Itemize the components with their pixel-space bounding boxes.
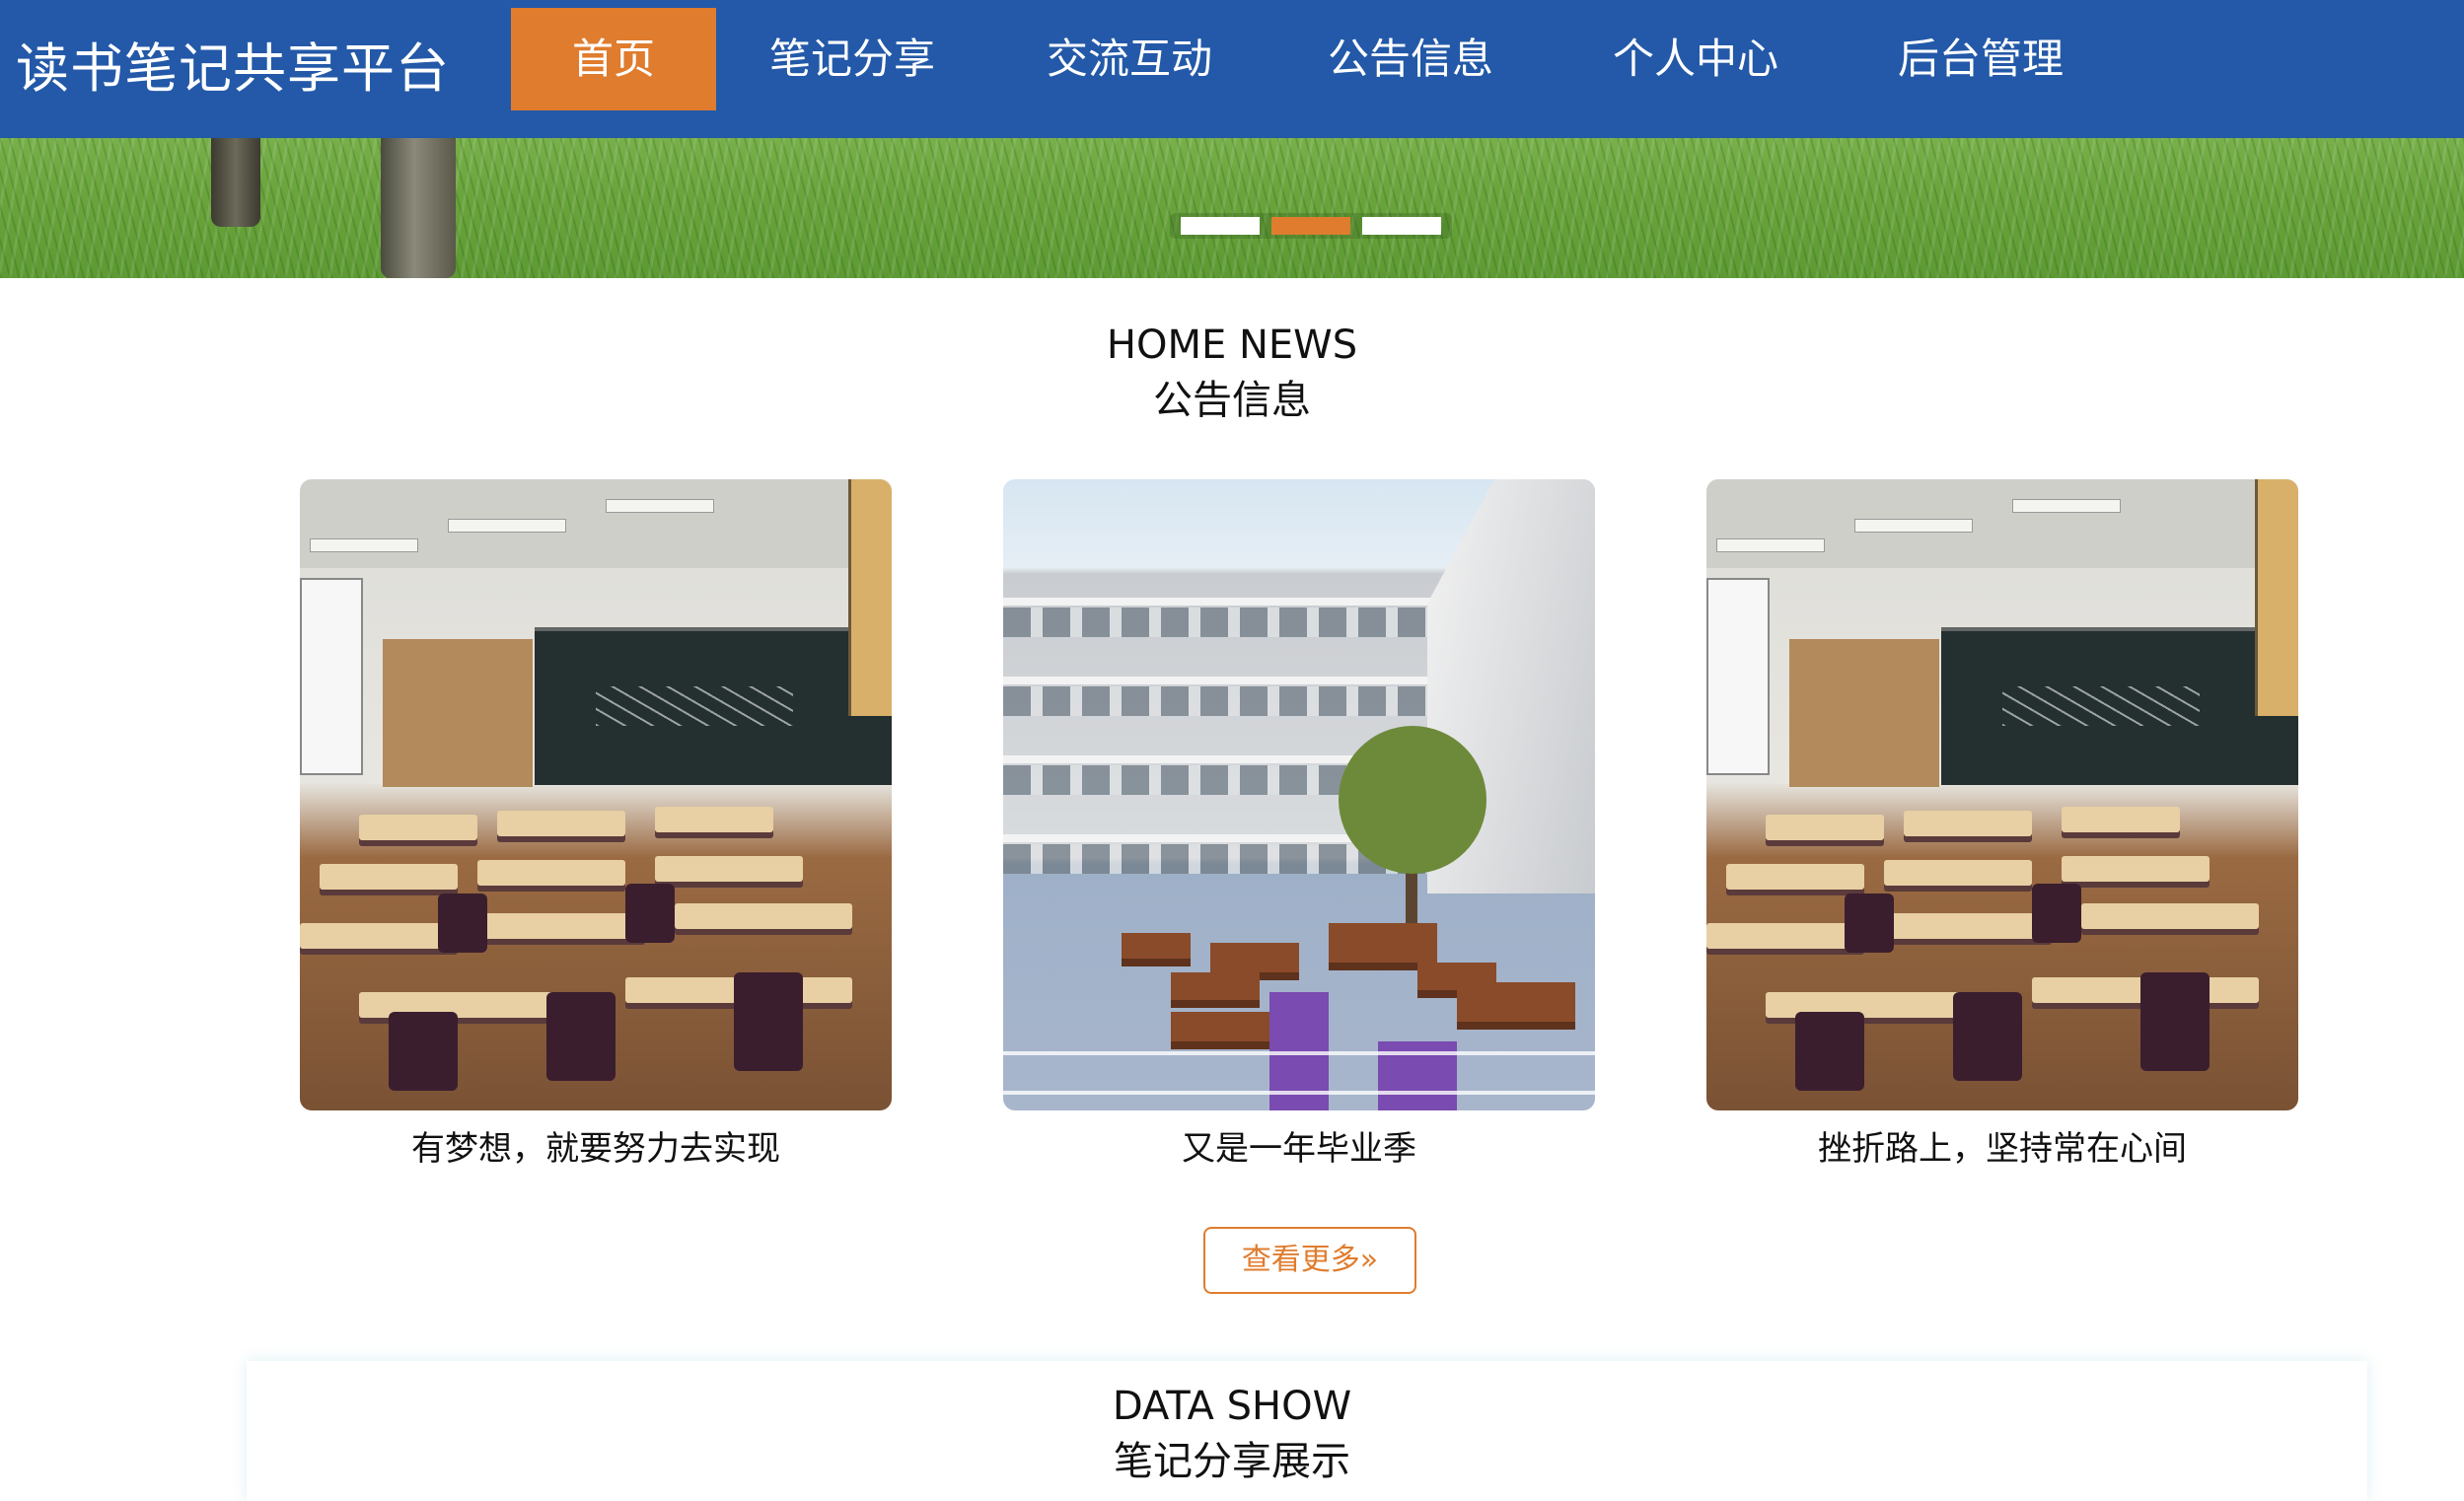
top-nav-bar: 读书笔记共享平台 首页 笔记分享 交流互动 公告信息 个人中心 后台管理: [0, 0, 2464, 138]
tree-trunk-graphic: [381, 138, 456, 278]
nav-item-announcements[interactable]: 公告信息: [1270, 8, 1551, 110]
news-section-heading: HOME NEWS 公告信息: [0, 318, 2464, 428]
news-card-title[interactable]: 挫折路上，坚持常在心间: [1706, 1124, 2298, 1174]
news-heading-cn: 公告信息: [1153, 378, 1311, 423]
carousel-indicators: [1170, 213, 1452, 239]
nav-item-home[interactable]: 首页: [511, 8, 716, 110]
news-card-image[interactable]: [300, 479, 892, 1110]
carousel-dot-1[interactable]: [1181, 217, 1260, 235]
carousel-dot-2[interactable]: [1271, 217, 1350, 235]
news-card-image[interactable]: [1706, 479, 2298, 1110]
site-title[interactable]: 读书笔记共享平台: [16, 30, 450, 108]
nav-item-note-share[interactable]: 笔记分享: [716, 8, 988, 110]
news-card-title[interactable]: 有梦想，就要努力去实现: [300, 1124, 892, 1174]
classroom-photo: [1706, 479, 2298, 1110]
data-show-heading-cn: 笔记分享展示: [1114, 1439, 1350, 1484]
carousel-dot-3[interactable]: [1362, 217, 1441, 235]
nav-item-personal-center[interactable]: 个人中心: [1551, 8, 1841, 110]
courtyard-photo: [1003, 479, 1595, 1110]
news-card: 挫折路上，坚持常在心间: [1706, 479, 2298, 1174]
news-card: 又是一年毕业季: [1003, 479, 1595, 1174]
tree-trunk-graphic: [211, 138, 260, 227]
view-more-button[interactable]: 查看更多»: [1203, 1227, 1416, 1294]
classroom-photo: [300, 479, 892, 1110]
news-card-image[interactable]: [1003, 479, 1595, 1110]
main-nav: 首页 笔记分享 交流互动 公告信息 个人中心 后台管理: [511, 8, 2121, 110]
nav-item-interaction[interactable]: 交流互动: [988, 8, 1270, 110]
news-card: 有梦想，就要努力去实现: [300, 479, 892, 1174]
data-show-heading-en: DATA SHOW: [1112, 1384, 1352, 1429]
banner-carousel[interactable]: [0, 138, 2464, 278]
news-card-title[interactable]: 又是一年毕业季: [1003, 1124, 1595, 1174]
news-heading-en: HOME NEWS: [1106, 322, 1358, 368]
data-show-section-heading: DATA SHOW 笔记分享展示: [0, 1379, 2464, 1489]
nav-item-admin[interactable]: 后台管理: [1841, 8, 2121, 110]
